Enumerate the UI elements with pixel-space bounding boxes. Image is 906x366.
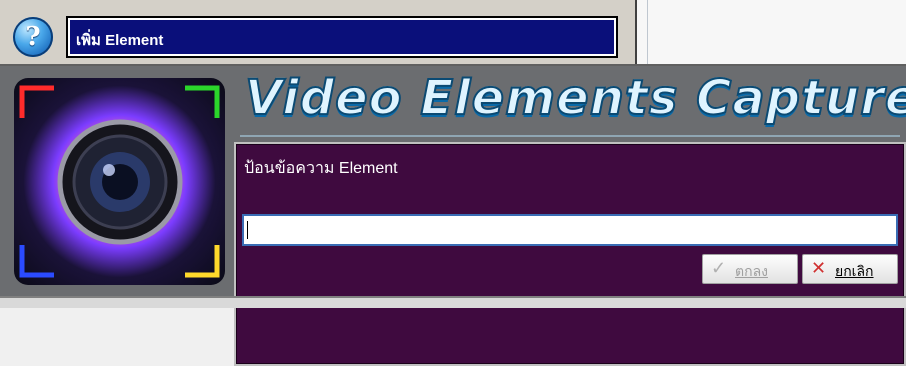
cancel-button[interactable]: ✕ ยกเลิก [802,254,898,284]
app-title: Video Elements Capture [244,69,906,127]
capture-dialog: Video Elements Capture ป้อนข้อความ Eleme… [0,66,906,366]
background-window [637,0,906,64]
cross-icon: ✕ [811,258,827,278]
cancel-label: ยกเลิก [835,263,874,279]
input-panel: ป้อนข้อความ Element ✓ ตกลง ✕ ยกเลิก [234,142,906,366]
ok-label: ตกลง [735,263,768,279]
camera-lens-logo [14,78,225,285]
element-text-field[interactable] [242,214,898,246]
bottom-strip [0,296,906,308]
checkmark-icon: ✓ [711,258,727,278]
element-text-input[interactable] [250,218,890,242]
top-bar: ? เพิ่ม Element [0,0,637,64]
title-underline [240,135,900,137]
help-icon[interactable]: ? [13,17,53,57]
text-caret [247,221,248,239]
prompt-label: ป้อนข้อความ Element [244,160,398,177]
ok-button[interactable]: ✓ ตกลง [702,254,798,284]
dialog-title-field: เพิ่ม Element [66,16,618,58]
dialog-title: เพิ่ม Element [76,32,164,49]
